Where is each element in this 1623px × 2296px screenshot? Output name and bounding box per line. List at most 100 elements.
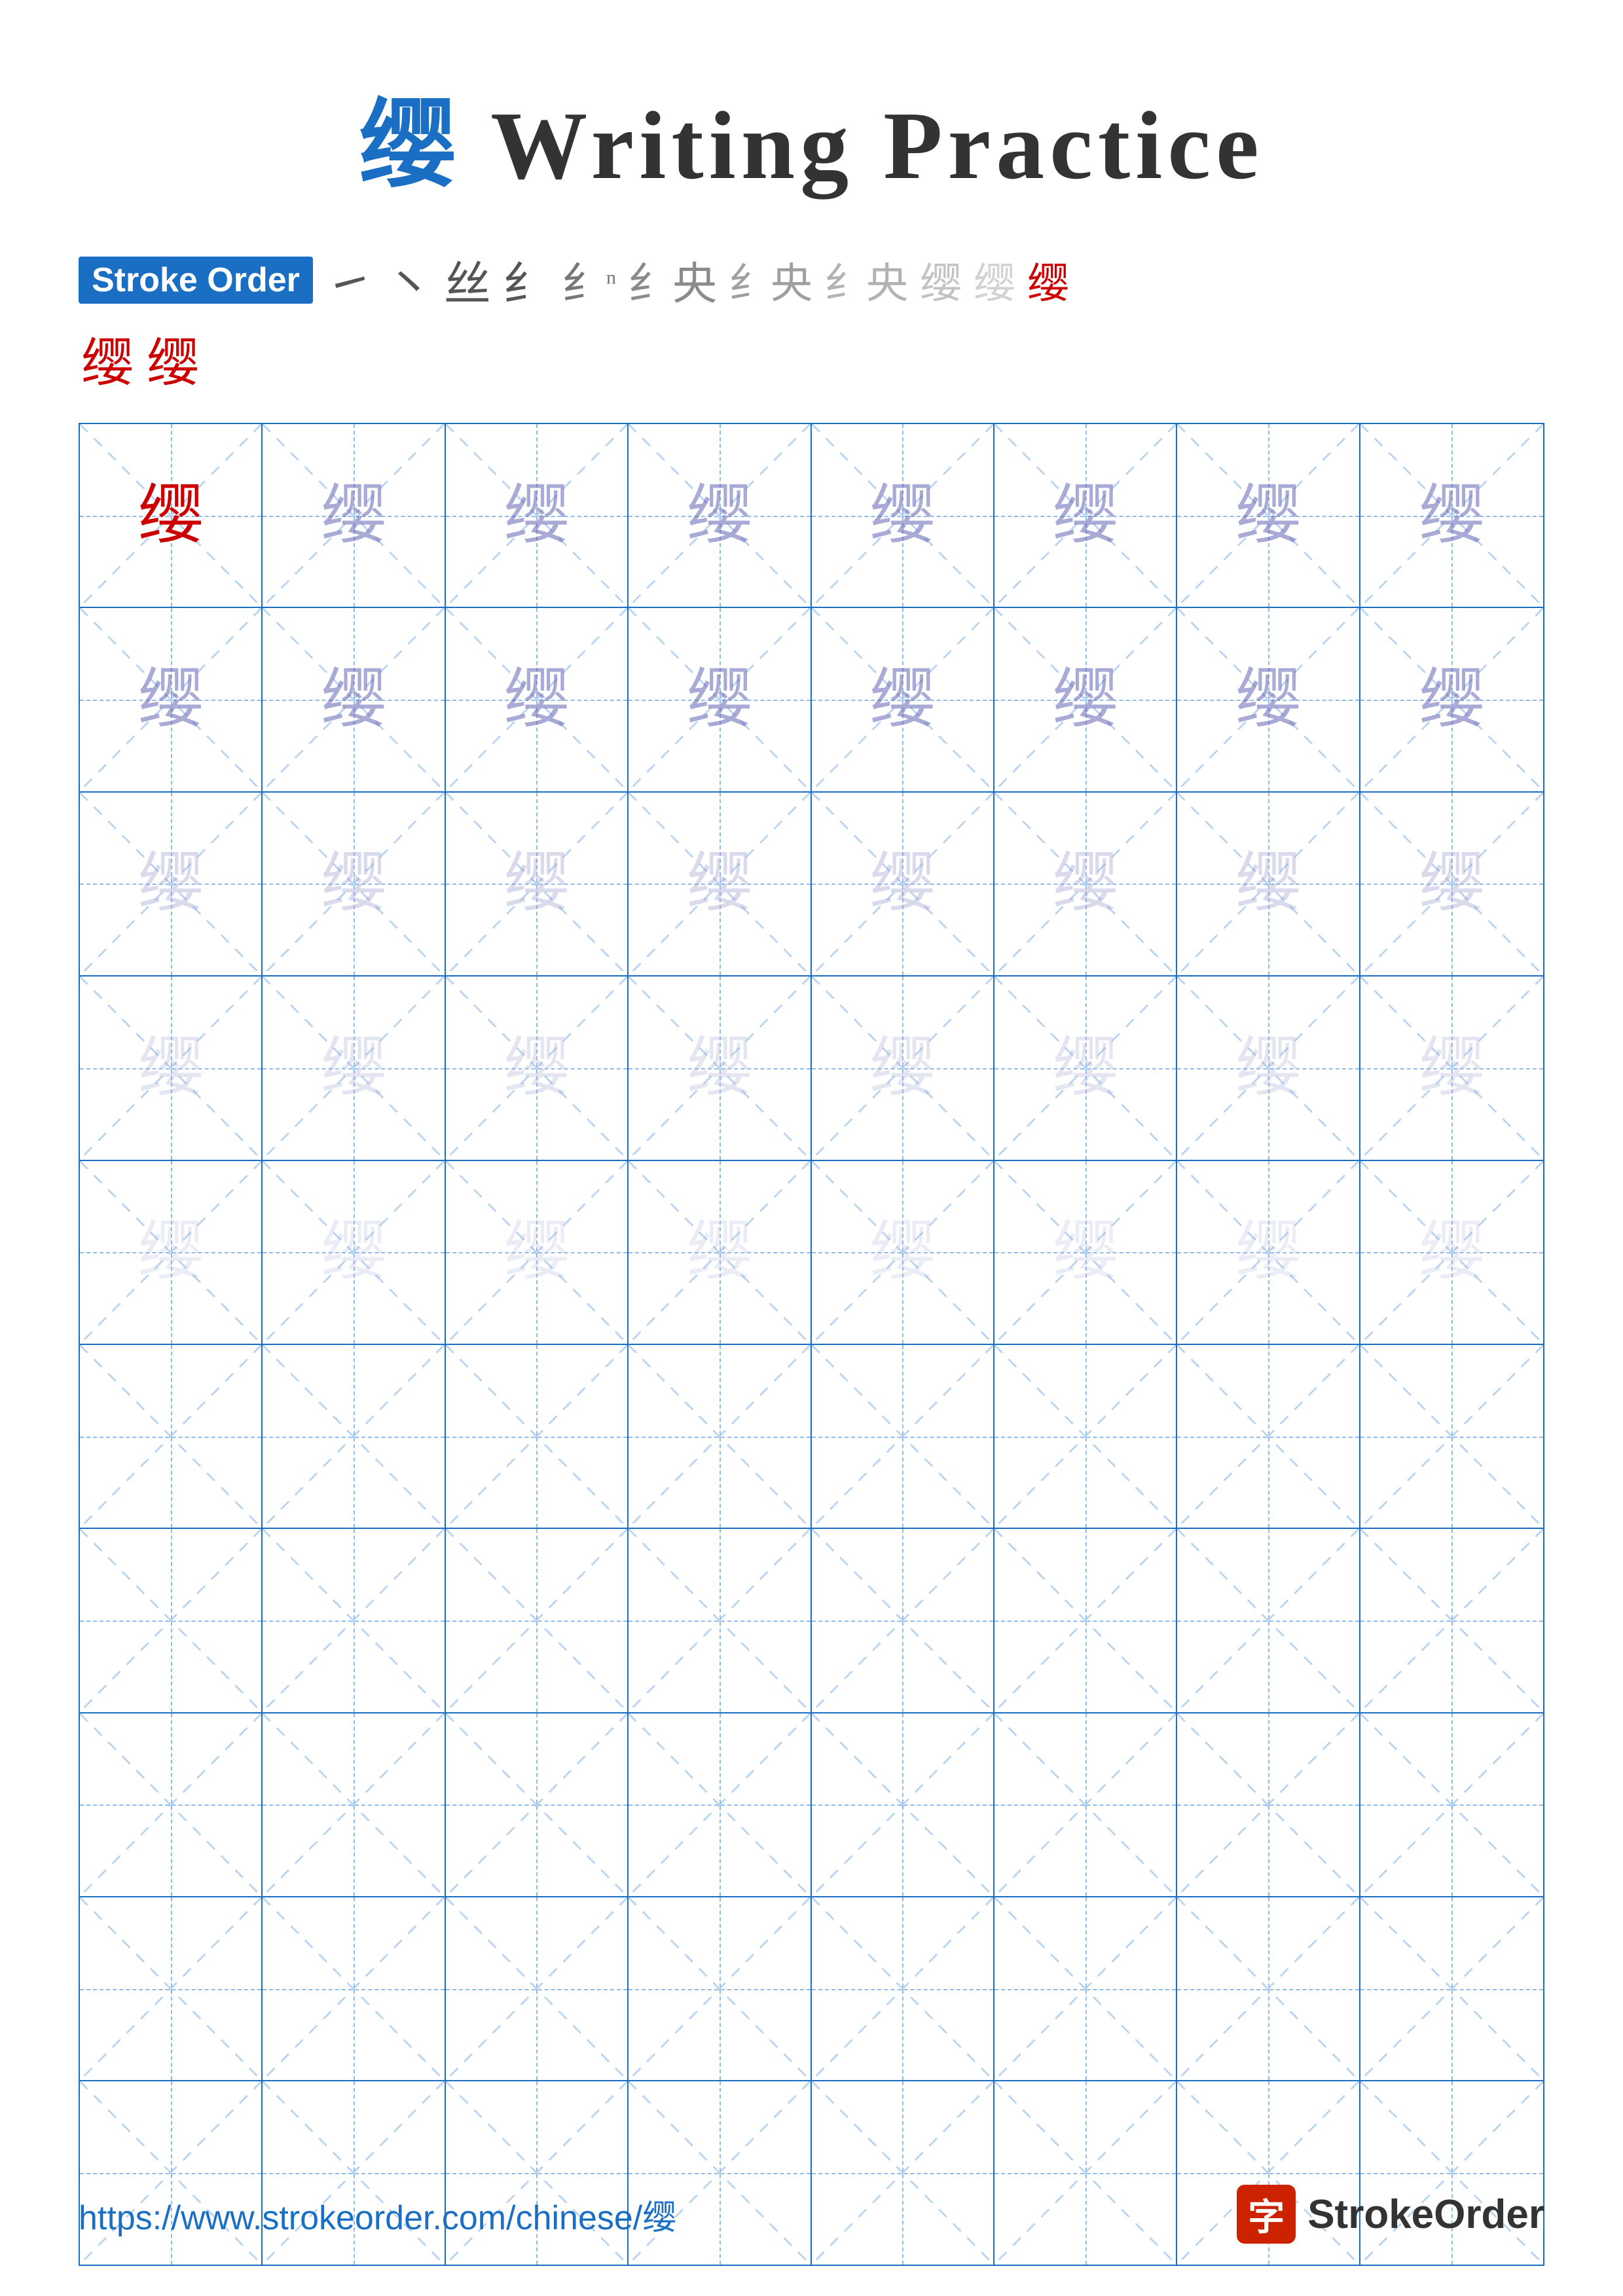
grid-cell-8-5[interactable] [812, 1713, 994, 1896]
grid-cell-9-3[interactable] [446, 1897, 629, 2080]
grid-cell-2-1[interactable]: 缨 [80, 608, 263, 791]
grid-cell-4-4[interactable]: 缨 [629, 977, 811, 1159]
grid-row-3: 缨 缨 缨 缨 缨 缨 缨 [80, 793, 1543, 977]
grid-cell-5-5[interactable]: 缨 [812, 1161, 994, 1344]
grid-cell-1-2[interactable]: 缨 [263, 424, 445, 607]
stroke-4: 纟 [503, 245, 550, 314]
grid-cell-3-1[interactable]: 缨 [80, 793, 263, 975]
practice-char-lighter: 缨 [869, 1035, 935, 1101]
grid-cell-9-8[interactable] [1360, 1897, 1543, 2080]
grid-cell-9-4[interactable] [629, 1897, 811, 2080]
grid-row-1: 缨 缨 缨 缨 缨 缨 缨 [80, 424, 1543, 608]
practice-char-lighter: 缨 [1419, 1035, 1484, 1101]
stroke-7: 纟央 [729, 250, 812, 310]
grid-cell-1-5[interactable]: 缨 [812, 424, 994, 607]
grid-cell-2-4[interactable]: 缨 [629, 608, 811, 791]
grid-cell-2-2[interactable]: 缨 [263, 608, 445, 791]
grid-cell-5-1[interactable]: 缨 [80, 1161, 263, 1344]
grid-cell-6-3[interactable] [446, 1345, 629, 1528]
grid-cell-3-4[interactable]: 缨 [629, 793, 811, 975]
grid-cell-6-8[interactable] [1360, 1345, 1543, 1528]
grid-cell-9-7[interactable] [1177, 1897, 1360, 2080]
grid-cell-4-2[interactable]: 缨 [263, 977, 445, 1159]
grid-cell-7-7[interactable] [1177, 1529, 1360, 1712]
practice-char-light: 缨 [687, 851, 752, 916]
grid-cell-3-5[interactable]: 缨 [812, 793, 994, 975]
practice-char-medium: 缨 [1419, 483, 1484, 548]
grid-cell-8-8[interactable] [1360, 1713, 1543, 1896]
grid-cell-6-5[interactable] [812, 1345, 994, 1528]
grid-cell-1-7[interactable]: 缨 [1177, 424, 1360, 607]
grid-cell-4-6[interactable]: 缨 [994, 977, 1177, 1159]
grid-cell-7-5[interactable] [812, 1529, 994, 1712]
grid-cell-2-6[interactable]: 缨 [994, 608, 1177, 791]
grid-cell-1-3[interactable]: 缨 [446, 424, 629, 607]
title-chinese-char: 缨 [359, 92, 461, 200]
grid-cell-7-6[interactable] [994, 1529, 1177, 1712]
grid-cell-8-3[interactable] [446, 1713, 629, 1896]
stroke-chars: ㇀ ㇔ 丝 纟 纟n 纟央 纟央 纟央 缨 缨 缨 [326, 245, 1069, 314]
grid-cell-5-3[interactable]: 缨 [446, 1161, 629, 1344]
grid-cell-6-1[interactable] [80, 1345, 263, 1528]
stroke-6: 纟央 [628, 247, 717, 312]
grid-cell-6-4[interactable] [629, 1345, 811, 1528]
grid-cell-5-8[interactable]: 缨 [1360, 1161, 1543, 1344]
grid-cell-9-2[interactable] [263, 1897, 445, 2080]
grid-cell-1-4[interactable]: 缨 [629, 424, 811, 607]
grid-cell-3-6[interactable]: 缨 [994, 793, 1177, 975]
brand-char: 字 [1248, 2188, 1285, 2241]
grid-cell-3-2[interactable]: 缨 [263, 793, 445, 975]
grid-cell-4-8[interactable]: 缨 [1360, 977, 1543, 1159]
grid-cell-4-7[interactable]: 缨 [1177, 977, 1360, 1159]
footer-brand: 字 StrokeOrder [1237, 2185, 1544, 2244]
grid-cell-8-4[interactable] [629, 1713, 811, 1896]
grid-row-5: 缨 缨 缨 缨 缨 缨 缨 [80, 1161, 1543, 1345]
grid-cell-5-4[interactable]: 缨 [629, 1161, 811, 1344]
grid-cell-9-1[interactable] [80, 1897, 263, 2080]
page-title: 缨 Writing Practice [359, 65, 1264, 206]
grid-cell-6-7[interactable] [1177, 1345, 1360, 1528]
grid-cell-5-6[interactable]: 缨 [994, 1161, 1177, 1344]
grid-cell-2-7[interactable]: 缨 [1177, 608, 1360, 791]
practice-char-light: 缨 [1053, 851, 1118, 916]
practice-char-light: 缨 [321, 851, 386, 916]
stroke-2: ㇔ [385, 245, 432, 314]
practice-char-medium: 缨 [321, 667, 386, 732]
grid-row-9 [80, 1897, 1543, 2081]
footer-url[interactable]: https://www.strokeorder.com/chinese/缨 [79, 2190, 676, 2239]
grid-cell-8-1[interactable] [80, 1713, 263, 1896]
grid-cell-1-1[interactable]: 缨 [80, 424, 263, 607]
grid-cell-1-8[interactable]: 缨 [1360, 424, 1543, 607]
grid-cell-7-2[interactable] [263, 1529, 445, 1712]
grid-cell-8-2[interactable] [263, 1713, 445, 1896]
grid-cell-3-7[interactable]: 缨 [1177, 793, 1360, 975]
grid-cell-8-6[interactable] [994, 1713, 1177, 1896]
grid-cell-6-2[interactable] [263, 1345, 445, 1528]
practice-grid: 缨 缨 缨 缨 缨 缨 缨 [79, 423, 1544, 2266]
practice-char-lightest: 缨 [687, 1219, 752, 1285]
grid-cell-5-7[interactable]: 缨 [1177, 1161, 1360, 1344]
grid-cell-9-6[interactable] [994, 1897, 1177, 2080]
grid-cell-5-2[interactable]: 缨 [263, 1161, 445, 1344]
grid-cell-7-8[interactable] [1360, 1529, 1543, 1712]
stroke-9: 缨 [920, 250, 962, 310]
grid-cell-1-6[interactable]: 缨 [994, 424, 1177, 607]
grid-cell-7-4[interactable] [629, 1529, 811, 1712]
grid-cell-7-1[interactable] [80, 1529, 263, 1712]
brand-icon: 字 [1237, 2185, 1296, 2244]
grid-cell-9-5[interactable] [812, 1897, 994, 2080]
grid-cell-4-3[interactable]: 缨 [446, 977, 629, 1159]
grid-cell-2-8[interactable]: 缨 [1360, 608, 1543, 791]
grid-cell-2-3[interactable]: 缨 [446, 608, 629, 791]
grid-cell-2-5[interactable]: 缨 [812, 608, 994, 791]
stroke-10: 缨 [974, 250, 1015, 310]
grid-cell-8-7[interactable] [1177, 1713, 1360, 1896]
grid-cell-6-6[interactable] [994, 1345, 1177, 1528]
grid-cell-4-5[interactable]: 缨 [812, 977, 994, 1159]
grid-cell-7-3[interactable] [446, 1529, 629, 1712]
grid-row-7 [80, 1529, 1543, 1713]
grid-cell-3-3[interactable]: 缨 [446, 793, 629, 975]
extra-chars-row: 缨 缨 [79, 321, 1544, 397]
grid-cell-3-8[interactable]: 缨 [1360, 793, 1543, 975]
grid-cell-4-1[interactable]: 缨 [80, 977, 263, 1159]
